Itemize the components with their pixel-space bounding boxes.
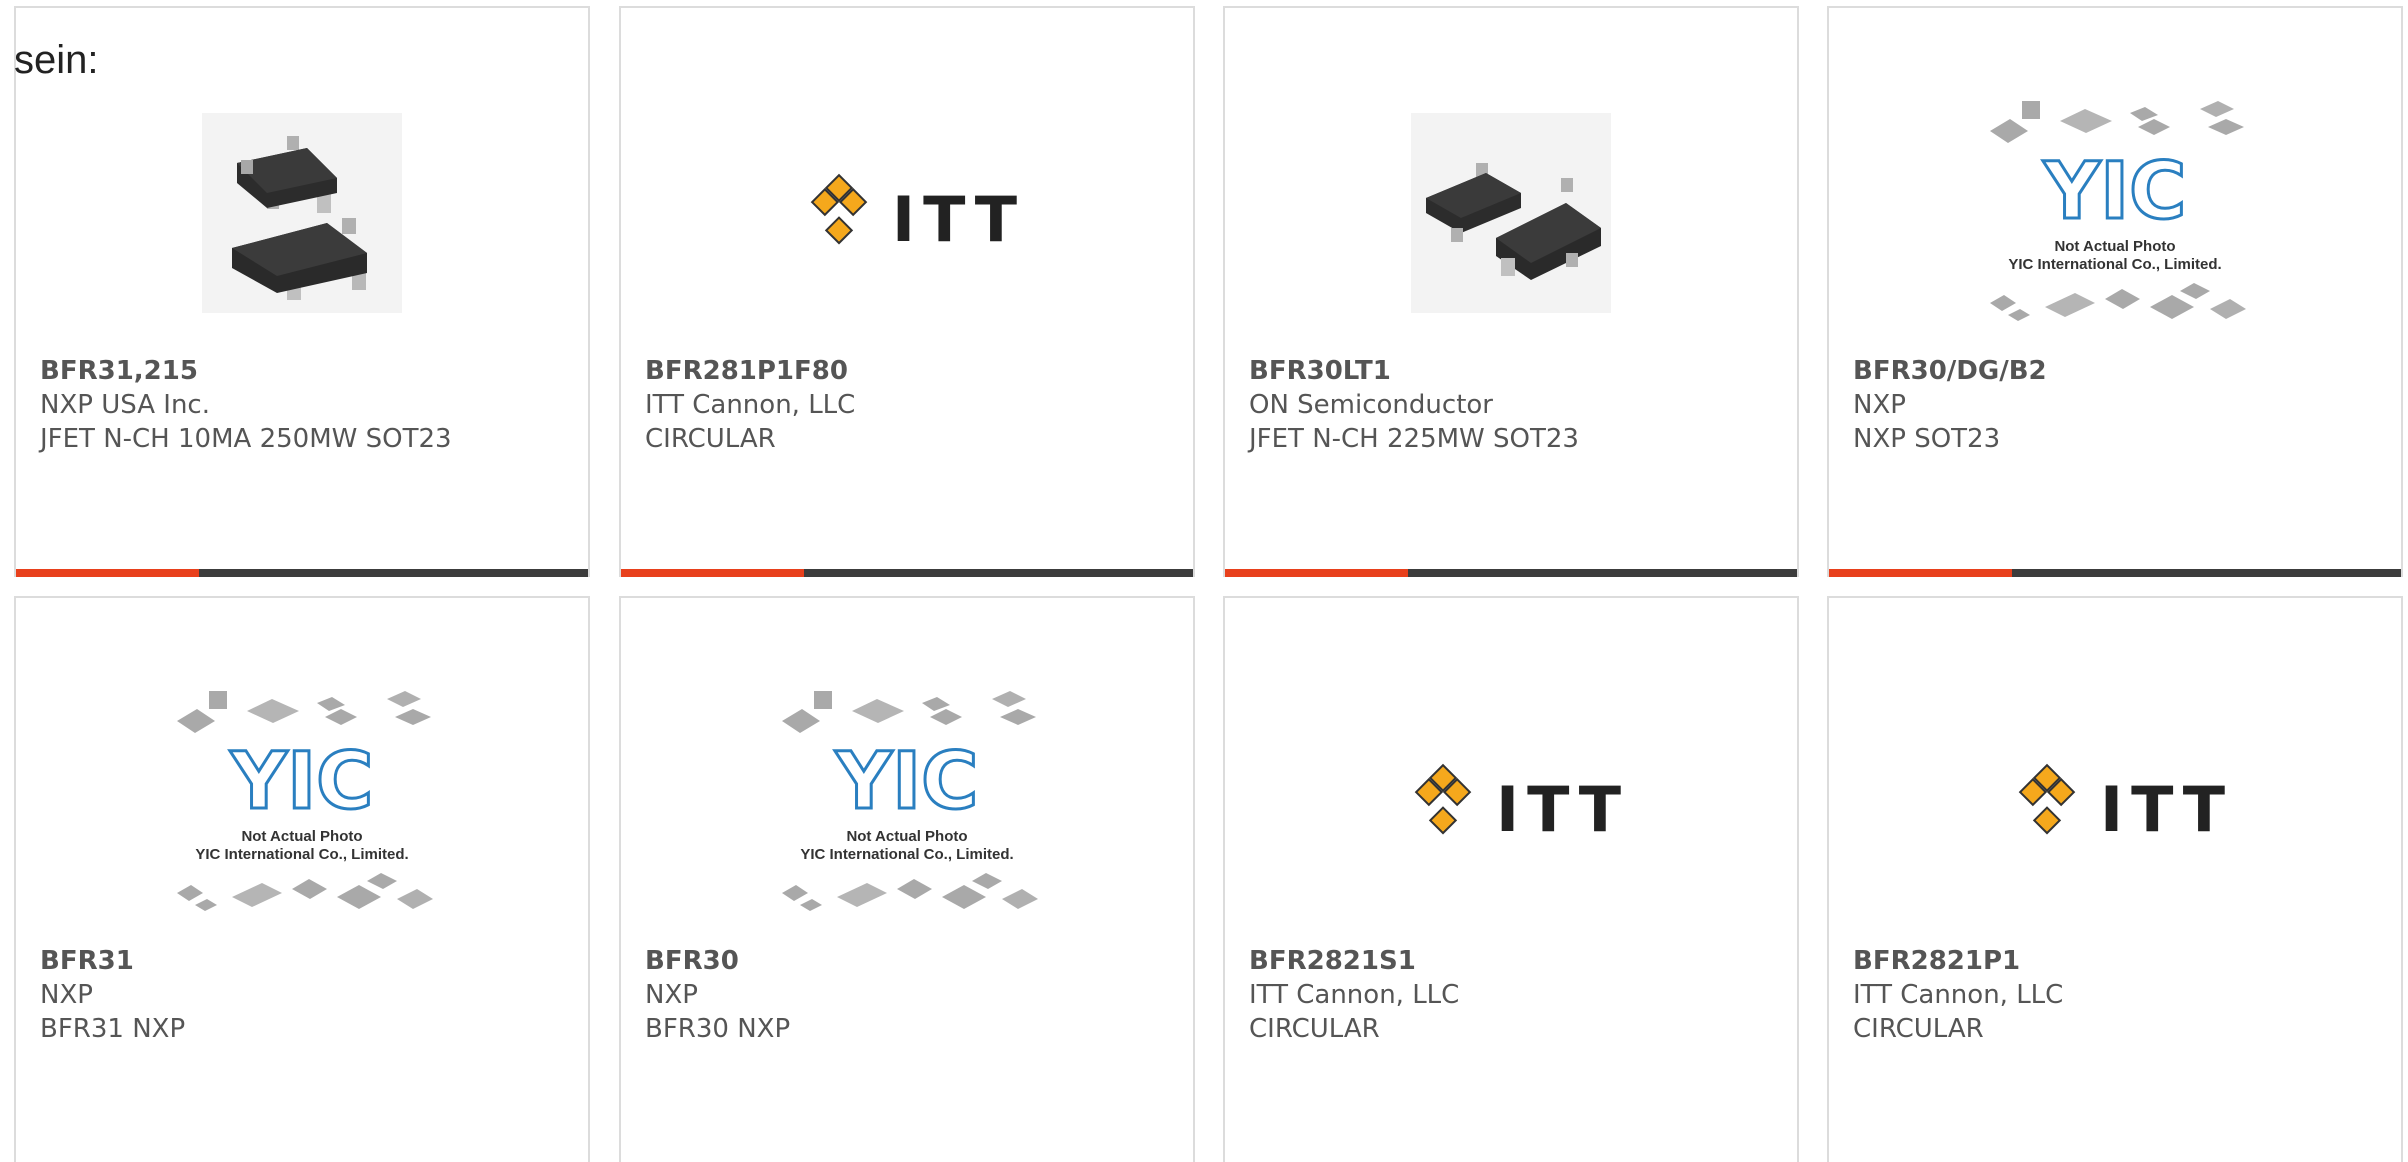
card-bar-accent (1225, 569, 1408, 577)
product-info: BFR30LT1 ON Semiconductor JFET N-CH 225M… (1249, 354, 1781, 456)
product-image[interactable]: YIC Not Actual Photo YIC International C… (621, 658, 1193, 948)
description: JFET N-CH 10MA 250MW SOT23 (40, 424, 452, 454)
product-card[interactable]: ITT BFR281P1F80 ITT Cannon, LLC CIRCULAR (619, 6, 1195, 577)
description: CIRCULAR (1853, 1014, 1984, 1044)
product-info: BFR30 NXP BFR30 NXP (645, 944, 1177, 1046)
itt-logo-text: ITT (892, 183, 1017, 256)
sot23-package-icon (202, 113, 402, 313)
part-number[interactable]: BFR2821P1 (1853, 944, 2385, 978)
product-image[interactable]: YIC Not Actual Photo YIC International C… (1829, 68, 2401, 358)
manufacturer: NXP (1853, 390, 1906, 420)
yic-logo-text: YIC (835, 737, 979, 827)
description: CIRCULAR (645, 424, 776, 454)
product-card[interactable]: BFR31,215 NXP USA Inc. JFET N-CH 10MA 25… (14, 6, 590, 577)
itt-logo-text: ITT (2100, 773, 2225, 846)
product-image[interactable]: ITT (1225, 658, 1797, 948)
manufacturer: NXP (40, 980, 93, 1010)
yic-caption-line1: Not Actual Photo (2054, 238, 2175, 255)
card-bar-accent (1829, 569, 2012, 577)
part-number[interactable]: BFR30/DG/B2 (1853, 354, 2385, 388)
product-image[interactable] (16, 68, 588, 358)
card-bar-accent (621, 569, 804, 577)
product-card[interactable]: ITT BFR2821S1 ITT Cannon, LLC CIRCULAR (1223, 596, 1799, 1162)
itt-logo-icon: ITT (1414, 763, 1621, 846)
product-card[interactable]: YIC Not Actual Photo YIC International C… (14, 596, 590, 1162)
manufacturer: NXP USA Inc. (40, 390, 210, 420)
manufacturer: ITT Cannon, LLC (1249, 980, 1460, 1010)
yic-caption-line1: Not Actual Photo (241, 828, 362, 845)
product-image[interactable] (1225, 68, 1797, 358)
yic-caption-line2: YIC International Co., Limited. (195, 846, 408, 863)
product-info: BFR281P1F80 ITT Cannon, LLC CIRCULAR (645, 354, 1177, 456)
yic-placeholder-icon: YIC Not Actual Photo YIC International C… (1990, 101, 2246, 321)
description: NXP SOT23 (1853, 424, 2001, 454)
manufacturer: ITT Cannon, LLC (645, 390, 856, 420)
yic-placeholder-icon: YIC Not Actual Photo YIC International C… (782, 691, 1038, 911)
product-info: BFR2821P1 ITT Cannon, LLC CIRCULAR (1853, 944, 2385, 1046)
card-bottom-bar (1225, 569, 1797, 577)
card-bottom-bar (16, 569, 588, 577)
sot23-package-icon (1411, 113, 1611, 313)
product-card[interactable]: YIC Not Actual Photo YIC International C… (1827, 6, 2403, 577)
product-card[interactable]: ITT BFR2821P1 ITT Cannon, LLC CIRCULAR (1827, 596, 2403, 1162)
intro-text: sein: (14, 38, 99, 82)
yic-logo-text: YIC (230, 737, 374, 827)
manufacturer: NXP (645, 980, 698, 1010)
product-image[interactable]: ITT (1829, 658, 2401, 948)
yic-placeholder-icon: YIC Not Actual Photo YIC International C… (177, 691, 433, 911)
yic-caption-line2: YIC International Co., Limited. (2008, 256, 2221, 273)
yic-caption-line1: Not Actual Photo (846, 828, 967, 845)
itt-logo-icon: ITT (2018, 763, 2225, 846)
description: BFR30 NXP (645, 1014, 791, 1044)
manufacturer: ON Semiconductor (1249, 390, 1493, 420)
card-bottom-bar (621, 569, 1193, 577)
card-bottom-bar (1829, 569, 2401, 577)
product-grid-page: sein: BFR31,215 NXP USA Inc. JFET N-CH 1… (0, 0, 2408, 1162)
description: BFR31 NXP (40, 1014, 186, 1044)
card-bar-accent (16, 569, 199, 577)
description: JFET N-CH 225MW SOT23 (1249, 424, 1579, 454)
description: CIRCULAR (1249, 1014, 1380, 1044)
product-info: BFR31 NXP BFR31 NXP (40, 944, 572, 1046)
product-card[interactable]: YIC Not Actual Photo YIC International C… (619, 596, 1195, 1162)
product-card[interactable]: BFR30LT1 ON Semiconductor JFET N-CH 225M… (1223, 6, 1799, 577)
yic-caption-line2: YIC International Co., Limited. (800, 846, 1013, 863)
part-number[interactable]: BFR31 (40, 944, 572, 978)
product-info: BFR31,215 NXP USA Inc. JFET N-CH 10MA 25… (40, 354, 572, 456)
product-info: BFR2821S1 ITT Cannon, LLC CIRCULAR (1249, 944, 1781, 1046)
part-number[interactable]: BFR30LT1 (1249, 354, 1781, 388)
part-number[interactable]: BFR30 (645, 944, 1177, 978)
yic-logo-text: YIC (2043, 147, 2187, 237)
itt-logo-icon: ITT (810, 173, 1017, 256)
product-image[interactable]: YIC Not Actual Photo YIC International C… (16, 658, 588, 948)
part-number[interactable]: BFR281P1F80 (645, 354, 1177, 388)
itt-logo-text: ITT (1496, 773, 1621, 846)
manufacturer: ITT Cannon, LLC (1853, 980, 2064, 1010)
part-number[interactable]: BFR31,215 (40, 354, 572, 388)
product-image[interactable]: ITT (621, 68, 1193, 358)
part-number[interactable]: BFR2821S1 (1249, 944, 1781, 978)
product-info: BFR30/DG/B2 NXP NXP SOT23 (1853, 354, 2385, 456)
